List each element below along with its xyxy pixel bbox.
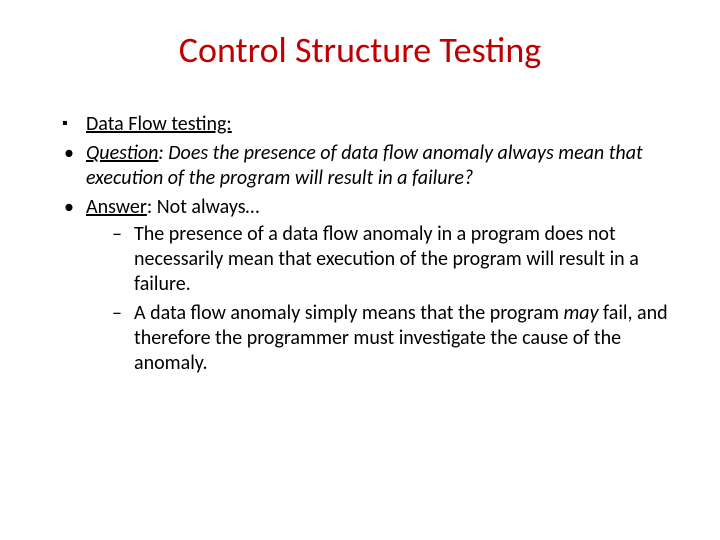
sub2-text-a: A data flow anomaly simply means that th… — [134, 301, 563, 325]
slide-title: Control Structure Testing — [0, 28, 720, 72]
answer-text: : Not always… — [147, 195, 260, 219]
sub1-text: The presence of a data flow anomaly in a… — [134, 222, 639, 296]
sub-bullet-list: The presence of a data flow anomaly in a… — [86, 222, 680, 376]
question-label: Question — [86, 141, 158, 165]
question-text: : Does the presence of data flow anomaly… — [86, 141, 643, 190]
slide: Control Structure Testing Data Flow test… — [0, 28, 720, 540]
bullet-answer: Answer: Not always… The presence of a da… — [62, 195, 680, 376]
answer-label: Answer — [86, 195, 147, 219]
heading-text: Data Flow testing: — [86, 112, 232, 136]
slide-content: Data Flow testing: Question: Does the pr… — [0, 112, 720, 376]
bullet-question: Question: Does the presence of data flow… — [62, 141, 680, 191]
sub-bullet-1: The presence of a data flow anomaly in a… — [112, 222, 680, 297]
sub2-may: may — [563, 301, 598, 325]
sub-bullet-2: A data flow anomaly simply means that th… — [112, 301, 680, 376]
bullet-heading: Data Flow testing: — [62, 112, 680, 137]
bullet-list: Data Flow testing: Question: Does the pr… — [32, 112, 680, 376]
